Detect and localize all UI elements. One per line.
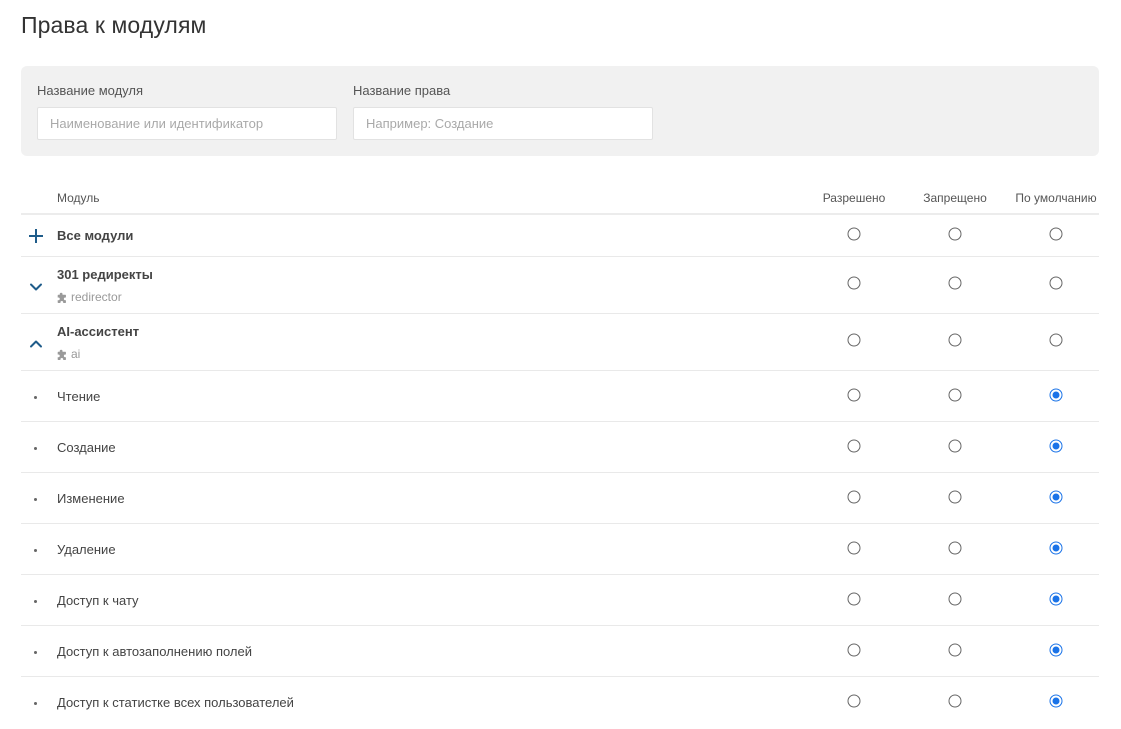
bullet-icon: [34, 701, 37, 705]
all-modules-title: Все модули: [57, 228, 134, 243]
radio-default[interactable]: [1049, 643, 1063, 656]
permissions-table: Модуль Разрешено Запрещено По умолчанию …: [21, 180, 1099, 728]
page-title: Права к модулям: [21, 12, 207, 38]
radio-denied[interactable]: [948, 439, 962, 452]
permission-title: Доступ к автозаполнению полей: [57, 643, 253, 659]
puzzle-icon: [57, 292, 68, 303]
table-body: Все модули 301 редиректы redirector AI-асси…: [21, 215, 1099, 728]
radio-denied[interactable]: [948, 490, 962, 503]
radio-denied[interactable]: [948, 388, 962, 401]
radio-allowed[interactable]: [847, 388, 861, 401]
bullet-icon: [34, 548, 37, 552]
radio-default[interactable]: [1049, 276, 1063, 290]
radio-default[interactable]: [1049, 388, 1063, 401]
radio-allowed[interactable]: [847, 694, 861, 707]
radio-denied[interactable]: [948, 541, 962, 554]
radio-denied[interactable]: [948, 333, 962, 347]
radio-allowed[interactable]: [847, 490, 861, 503]
bullet-icon: [34, 446, 37, 450]
radio-default[interactable]: [1049, 439, 1063, 452]
chevron-down-icon: [29, 280, 43, 294]
module-row: 301 редиректы redirector: [21, 257, 1099, 314]
radio-default[interactable]: [1049, 490, 1063, 503]
bullet-icon: [34, 650, 37, 654]
module-id-text: redirector: [71, 290, 122, 304]
permission-row: Доступ к чату: [21, 575, 1099, 626]
permission-title: Доступ к чату: [57, 592, 139, 608]
radio-denied[interactable]: [948, 227, 962, 241]
column-header-allowed: Разрешено: [822, 191, 886, 205]
permission-title: Удаление: [57, 541, 116, 557]
right-filter-label: Название права: [353, 83, 451, 98]
radio-default[interactable]: [1049, 694, 1063, 707]
plus-icon: [28, 228, 44, 244]
radio-allowed[interactable]: [847, 227, 861, 241]
module-filter-label: Название модуля: [37, 83, 144, 98]
chevron-up-icon: [29, 337, 43, 351]
module-row: AI-ассистент ai: [21, 314, 1099, 371]
permission-title: Изменение: [57, 490, 125, 506]
permission-row: Создание: [21, 422, 1099, 473]
permission-row: Изменение: [21, 473, 1099, 524]
radio-allowed[interactable]: [847, 643, 861, 656]
column-header-denied: Запрещено: [923, 191, 987, 205]
puzzle-icon: [57, 349, 68, 360]
module-title: AI-ассистент: [57, 324, 140, 339]
permission-title: Доступ к статистке всех пользователей: [57, 694, 294, 710]
permission-row: Доступ к статистке всех пользователей: [21, 677, 1099, 728]
permission-row: Чтение: [21, 371, 1099, 422]
bullet-icon: [34, 497, 37, 501]
bullet-icon: [34, 395, 37, 399]
column-header-module: Модуль: [57, 191, 100, 205]
table-header: Модуль Разрешено Запрещено По умолчанию: [21, 180, 1099, 215]
radio-allowed[interactable]: [847, 541, 861, 554]
module-title: 301 редиректы: [57, 267, 153, 282]
permission-row: Доступ к автозаполнению полей: [21, 626, 1099, 677]
radio-denied[interactable]: [948, 276, 962, 290]
radio-denied[interactable]: [948, 592, 962, 605]
radio-denied[interactable]: [948, 694, 962, 707]
permission-title: Чтение: [57, 388, 101, 404]
expand-toggle-button[interactable]: [25, 333, 47, 355]
bullet-icon: [34, 599, 37, 603]
radio-default[interactable]: [1049, 541, 1063, 554]
radio-allowed[interactable]: [847, 276, 861, 290]
column-header-default: По умолчанию: [1015, 191, 1097, 205]
module-id-text: ai: [71, 347, 81, 361]
right-name-input[interactable]: [353, 107, 653, 140]
radio-denied[interactable]: [948, 643, 962, 656]
expand-all-button[interactable]: [25, 225, 47, 247]
permission-row: Удаление: [21, 524, 1099, 575]
radio-allowed[interactable]: [847, 333, 861, 347]
radio-default[interactable]: [1049, 227, 1063, 241]
permission-title: Создание: [57, 439, 116, 455]
expand-toggle-button[interactable]: [25, 276, 47, 298]
all-modules-row: Все модули: [21, 215, 1099, 257]
radio-default[interactable]: [1049, 592, 1063, 605]
module-id: ai: [57, 347, 80, 361]
radio-default[interactable]: [1049, 333, 1063, 347]
radio-allowed[interactable]: [847, 592, 861, 605]
module-name-input[interactable]: [37, 107, 337, 140]
module-id: redirector: [57, 290, 122, 304]
filter-panel: Название модуля Название права: [21, 66, 1099, 156]
radio-allowed[interactable]: [847, 439, 861, 452]
